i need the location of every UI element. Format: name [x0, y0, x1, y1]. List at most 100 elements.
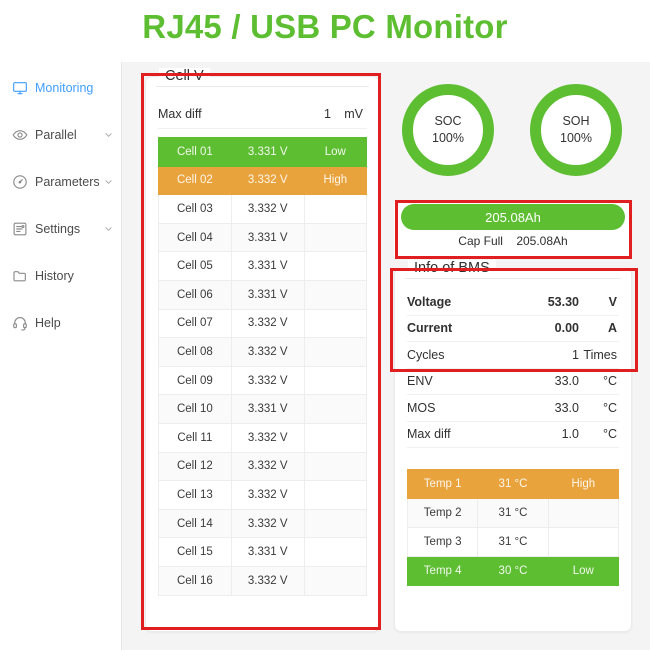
max-diff-value: 1 — [291, 107, 331, 121]
bms-info-row: Cycles1Times — [407, 342, 619, 369]
bms-info-title: Info of BMS — [408, 260, 496, 276]
table-row: Temp 131 °CHigh — [408, 470, 619, 499]
cell-value: 3.331 V — [231, 252, 304, 281]
sidebar-item-parallel[interactable]: Parallel — [0, 123, 121, 147]
sidebar: Monitoring Parallel Parameters Settings Hist… — [0, 62, 122, 650]
bms-info-row: Max diff1.0°C — [407, 422, 619, 449]
cell-flag — [304, 252, 366, 281]
sidebar-item-label: Help — [35, 316, 61, 330]
bms-key: Voltage — [407, 295, 517, 309]
table-row: Cell 103.331 V — [159, 395, 367, 424]
sidebar-item-help[interactable]: Help — [0, 311, 121, 335]
soc-gauge-value: 100% — [432, 130, 464, 147]
cell-value: 3.332 V — [231, 423, 304, 452]
bms-info-legend-line — [405, 278, 621, 279]
table-row: Cell 013.331 VLow — [159, 138, 367, 167]
bms-key: Current — [407, 321, 517, 335]
monitor-icon — [12, 80, 28, 96]
table-row: Cell 093.332 V — [159, 366, 367, 395]
capacity-full-value: 205.08Ah — [516, 234, 567, 248]
gauge-group: SOC 100% SOH 100% — [394, 76, 632, 188]
sidebar-item-label: Settings — [35, 222, 80, 236]
table-row: Cell 163.332 V — [159, 566, 367, 595]
body-area: Monitoring Parallel Parameters Settings Hist… — [0, 62, 650, 650]
cell-voltage-table: Cell 013.331 VLowCell 023.332 VHighCell … — [158, 137, 367, 596]
cell-value: 3.332 V — [231, 481, 304, 510]
cell-value: 3.332 V — [231, 166, 304, 195]
sidebar-item-history[interactable]: History — [0, 264, 121, 288]
cell-name: Cell 09 — [159, 366, 232, 395]
bms-unit: A — [579, 321, 619, 335]
cell-flag — [304, 538, 366, 567]
bms-info-panel: Info of BMS Voltage53.30VCurrent0.00ACyc… — [394, 268, 632, 632]
cell-flag — [304, 338, 366, 367]
table-row: Cell 133.332 V — [159, 481, 367, 510]
table-row: Cell 083.332 V — [159, 338, 367, 367]
max-diff-label: Max diff — [158, 107, 291, 121]
chevron-down-icon[interactable] — [104, 178, 113, 187]
cell-value: 3.332 V — [231, 195, 304, 224]
chevron-down-icon[interactable] — [104, 131, 113, 140]
sliders-icon — [12, 221, 28, 237]
temp-value: 30 °C — [478, 557, 548, 586]
temp-flag: Low — [548, 557, 618, 586]
sidebar-item-monitoring[interactable]: Monitoring — [0, 76, 121, 100]
table-row: Temp 430 °CLow — [408, 557, 619, 586]
table-row: Cell 113.332 V — [159, 423, 367, 452]
sidebar-item-settings[interactable]: Settings — [0, 217, 121, 241]
soc-gauge-label: SOC — [434, 113, 461, 130]
bms-info-row: ENV33.0°C — [407, 369, 619, 396]
bms-info-row: Voltage53.30V — [407, 289, 619, 316]
temp-value: 31 °C — [478, 470, 548, 499]
sidebar-item-parameters[interactable]: Parameters — [0, 170, 121, 194]
main-content: Cell V Max diff 1 mV Cell 013.331 VLowCe… — [122, 62, 650, 650]
temp-name: Temp 3 — [408, 528, 478, 557]
bms-key: MOS — [407, 401, 517, 415]
chevron-down-icon[interactable] — [104, 225, 113, 234]
cell-flag — [304, 223, 366, 252]
cell-name: Cell 13 — [159, 481, 232, 510]
cell-name: Cell 08 — [159, 338, 232, 367]
table-row: Cell 143.332 V — [159, 509, 367, 538]
cell-name: Cell 06 — [159, 280, 232, 309]
temp-name: Temp 2 — [408, 499, 478, 528]
temp-name: Temp 1 — [408, 470, 478, 499]
cell-voltage-title: Cell V — [159, 68, 210, 84]
cell-name: Cell 01 — [159, 138, 232, 167]
cell-value: 3.331 V — [231, 223, 304, 252]
temperature-table: Temp 131 °CHighTemp 231 °CTemp 331 °CTem… — [407, 469, 619, 586]
soh-gauge-label: SOH — [562, 113, 589, 130]
cell-flag: High — [304, 166, 366, 195]
cell-value: 3.332 V — [231, 452, 304, 481]
bms-key: Cycles — [407, 348, 517, 362]
cell-value: 3.332 V — [231, 338, 304, 367]
bms-unit: °C — [579, 427, 619, 441]
max-diff-unit: mV — [331, 107, 367, 121]
cell-value: 3.331 V — [231, 538, 304, 567]
bms-info-row: Current0.00A — [407, 316, 619, 343]
soc-gauge: SOC 100% — [402, 84, 494, 176]
table-row: Temp 331 °C — [408, 528, 619, 557]
cell-value: 3.332 V — [231, 309, 304, 338]
cell-value: 3.332 V — [231, 509, 304, 538]
cell-name: Cell 07 — [159, 309, 232, 338]
sidebar-item-label: Monitoring — [35, 81, 93, 95]
table-row: Cell 063.331 V — [159, 280, 367, 309]
temp-flag: High — [548, 470, 618, 499]
cell-flag — [304, 366, 366, 395]
cell-flag — [304, 452, 366, 481]
cell-flag — [304, 481, 366, 510]
bms-value: 33.0 — [517, 374, 579, 388]
bms-info-row: MOS33.0°C — [407, 395, 619, 422]
cell-flag — [304, 566, 366, 595]
sidebar-item-label: History — [35, 269, 74, 283]
cell-voltage-legend-line — [156, 86, 369, 87]
table-row: Temp 231 °C — [408, 499, 619, 528]
table-row: Cell 023.332 VHigh — [159, 166, 367, 195]
table-row: Cell 043.331 V — [159, 223, 367, 252]
sidebar-item-label: Parameters — [35, 175, 100, 189]
cell-name: Cell 14 — [159, 509, 232, 538]
bms-unit: Times — [579, 348, 619, 362]
table-row: Cell 053.331 V — [159, 252, 367, 281]
bms-value: 1 — [517, 348, 579, 362]
